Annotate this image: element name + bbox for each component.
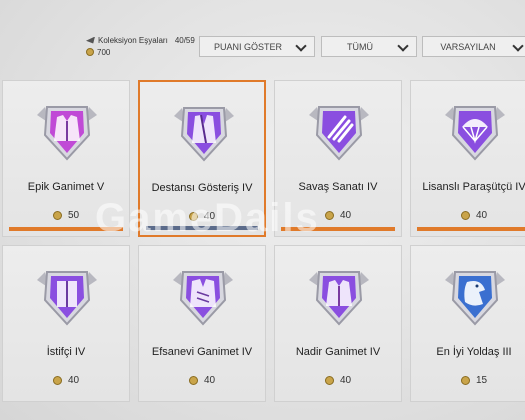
item-name: Epik Ganimet V: [27, 181, 105, 193]
collection-count: 40/59: [174, 35, 195, 45]
collection-item-card[interactable]: İstifçi IV 40: [2, 245, 130, 402]
item-badge: [309, 271, 369, 326]
item-points: 50: [3, 210, 129, 221]
coin-icon: [460, 376, 470, 385]
sort-label: VARSAYILAN: [440, 41, 496, 52]
item-badge: [309, 106, 369, 161]
item-points-value: 40: [475, 210, 488, 221]
item-points: 40: [3, 375, 129, 386]
item-points-value: 40: [339, 375, 352, 386]
coin-icon: [324, 211, 334, 220]
coin-icon: [188, 212, 198, 221]
item-name: En İyi Yoldaş III: [436, 346, 512, 358]
points-total: 700: [97, 47, 111, 57]
chevron-down-icon: [398, 42, 408, 52]
item-points: 40: [139, 375, 265, 386]
coin-icon: [52, 376, 62, 385]
coin-icon: [460, 211, 470, 220]
collection-item-card[interactable]: Epik Ganimet V 50: [2, 80, 130, 237]
item-badge: [173, 271, 233, 326]
item-name: Efsanevi Ganimet IV: [151, 346, 253, 358]
collection-summary: Koleksiyon Eşyaları 40/59 700: [86, 34, 195, 58]
coin-icon: [52, 211, 62, 220]
item-points: 40: [275, 375, 401, 386]
item-points-value: 40: [203, 375, 216, 386]
points-filter-dropdown[interactable]: PUANI GÖSTER: [199, 36, 315, 57]
item-badge: [445, 106, 505, 161]
item-points-value: 50: [67, 210, 80, 221]
item-points: 40: [411, 210, 525, 221]
category-filter-dropdown[interactable]: TÜMÜ: [321, 36, 417, 57]
points-filter-label: PUANI GÖSTER: [213, 41, 282, 52]
category-filter-label: TÜMÜ: [347, 41, 373, 52]
item-badge: [445, 271, 505, 326]
locker-icon: [57, 281, 77, 307]
item-points-value: 15: [475, 375, 488, 386]
item-badge: [37, 106, 97, 161]
collection-item-card[interactable]: Nadir Ganimet IV 40: [274, 245, 402, 402]
item-progress-bar: [417, 227, 525, 231]
chevron-down-icon: [296, 42, 306, 52]
item-progress-bar: [281, 227, 395, 231]
coin-icon: [324, 376, 334, 385]
coin-icon: [188, 376, 198, 385]
collection-item-card[interactable]: Savaş Sanatı IV 40: [274, 80, 402, 237]
item-progress-bar: [146, 226, 258, 230]
collection-item-card[interactable]: Lisanslı Paraşütçü IV 40: [410, 80, 525, 237]
item-name: İstifçi IV: [46, 346, 86, 358]
item-points-value: 40: [339, 210, 352, 221]
item-progress-bar: [9, 227, 123, 231]
item-name: Savaş Sanatı IV: [298, 181, 378, 193]
chevron-down-icon: [513, 42, 523, 52]
item-points-value: 40: [67, 375, 80, 386]
item-points: 15: [411, 375, 525, 386]
sort-dropdown[interactable]: VARSAYILAN: [422, 36, 525, 57]
collection-item-card[interactable]: En İyi Yoldaş III 15: [410, 245, 525, 402]
item-name: Destansı Gösteriş IV: [151, 182, 253, 194]
item-badge: [37, 271, 97, 326]
collection-item-card[interactable]: Efsanevi Ganimet IV 40: [138, 245, 266, 402]
top-bar: Koleksiyon Eşyaları 40/59 700 PUANI GÖST…: [0, 0, 525, 66]
coin-icon: [86, 48, 94, 56]
item-name: Nadir Ganimet IV: [295, 346, 381, 358]
item-name: Lisanslı Paraşütçü IV: [422, 181, 525, 193]
wings-icon: [86, 36, 95, 44]
collection-label: Koleksiyon Eşyaları: [98, 35, 168, 45]
collection-item-card[interactable]: Destansı Gösteriş IV 40: [138, 80, 266, 237]
item-points-value: 40: [203, 211, 216, 222]
item-points: 40: [275, 210, 401, 221]
item-points: 40: [140, 211, 264, 222]
item-badge: [174, 107, 234, 162]
